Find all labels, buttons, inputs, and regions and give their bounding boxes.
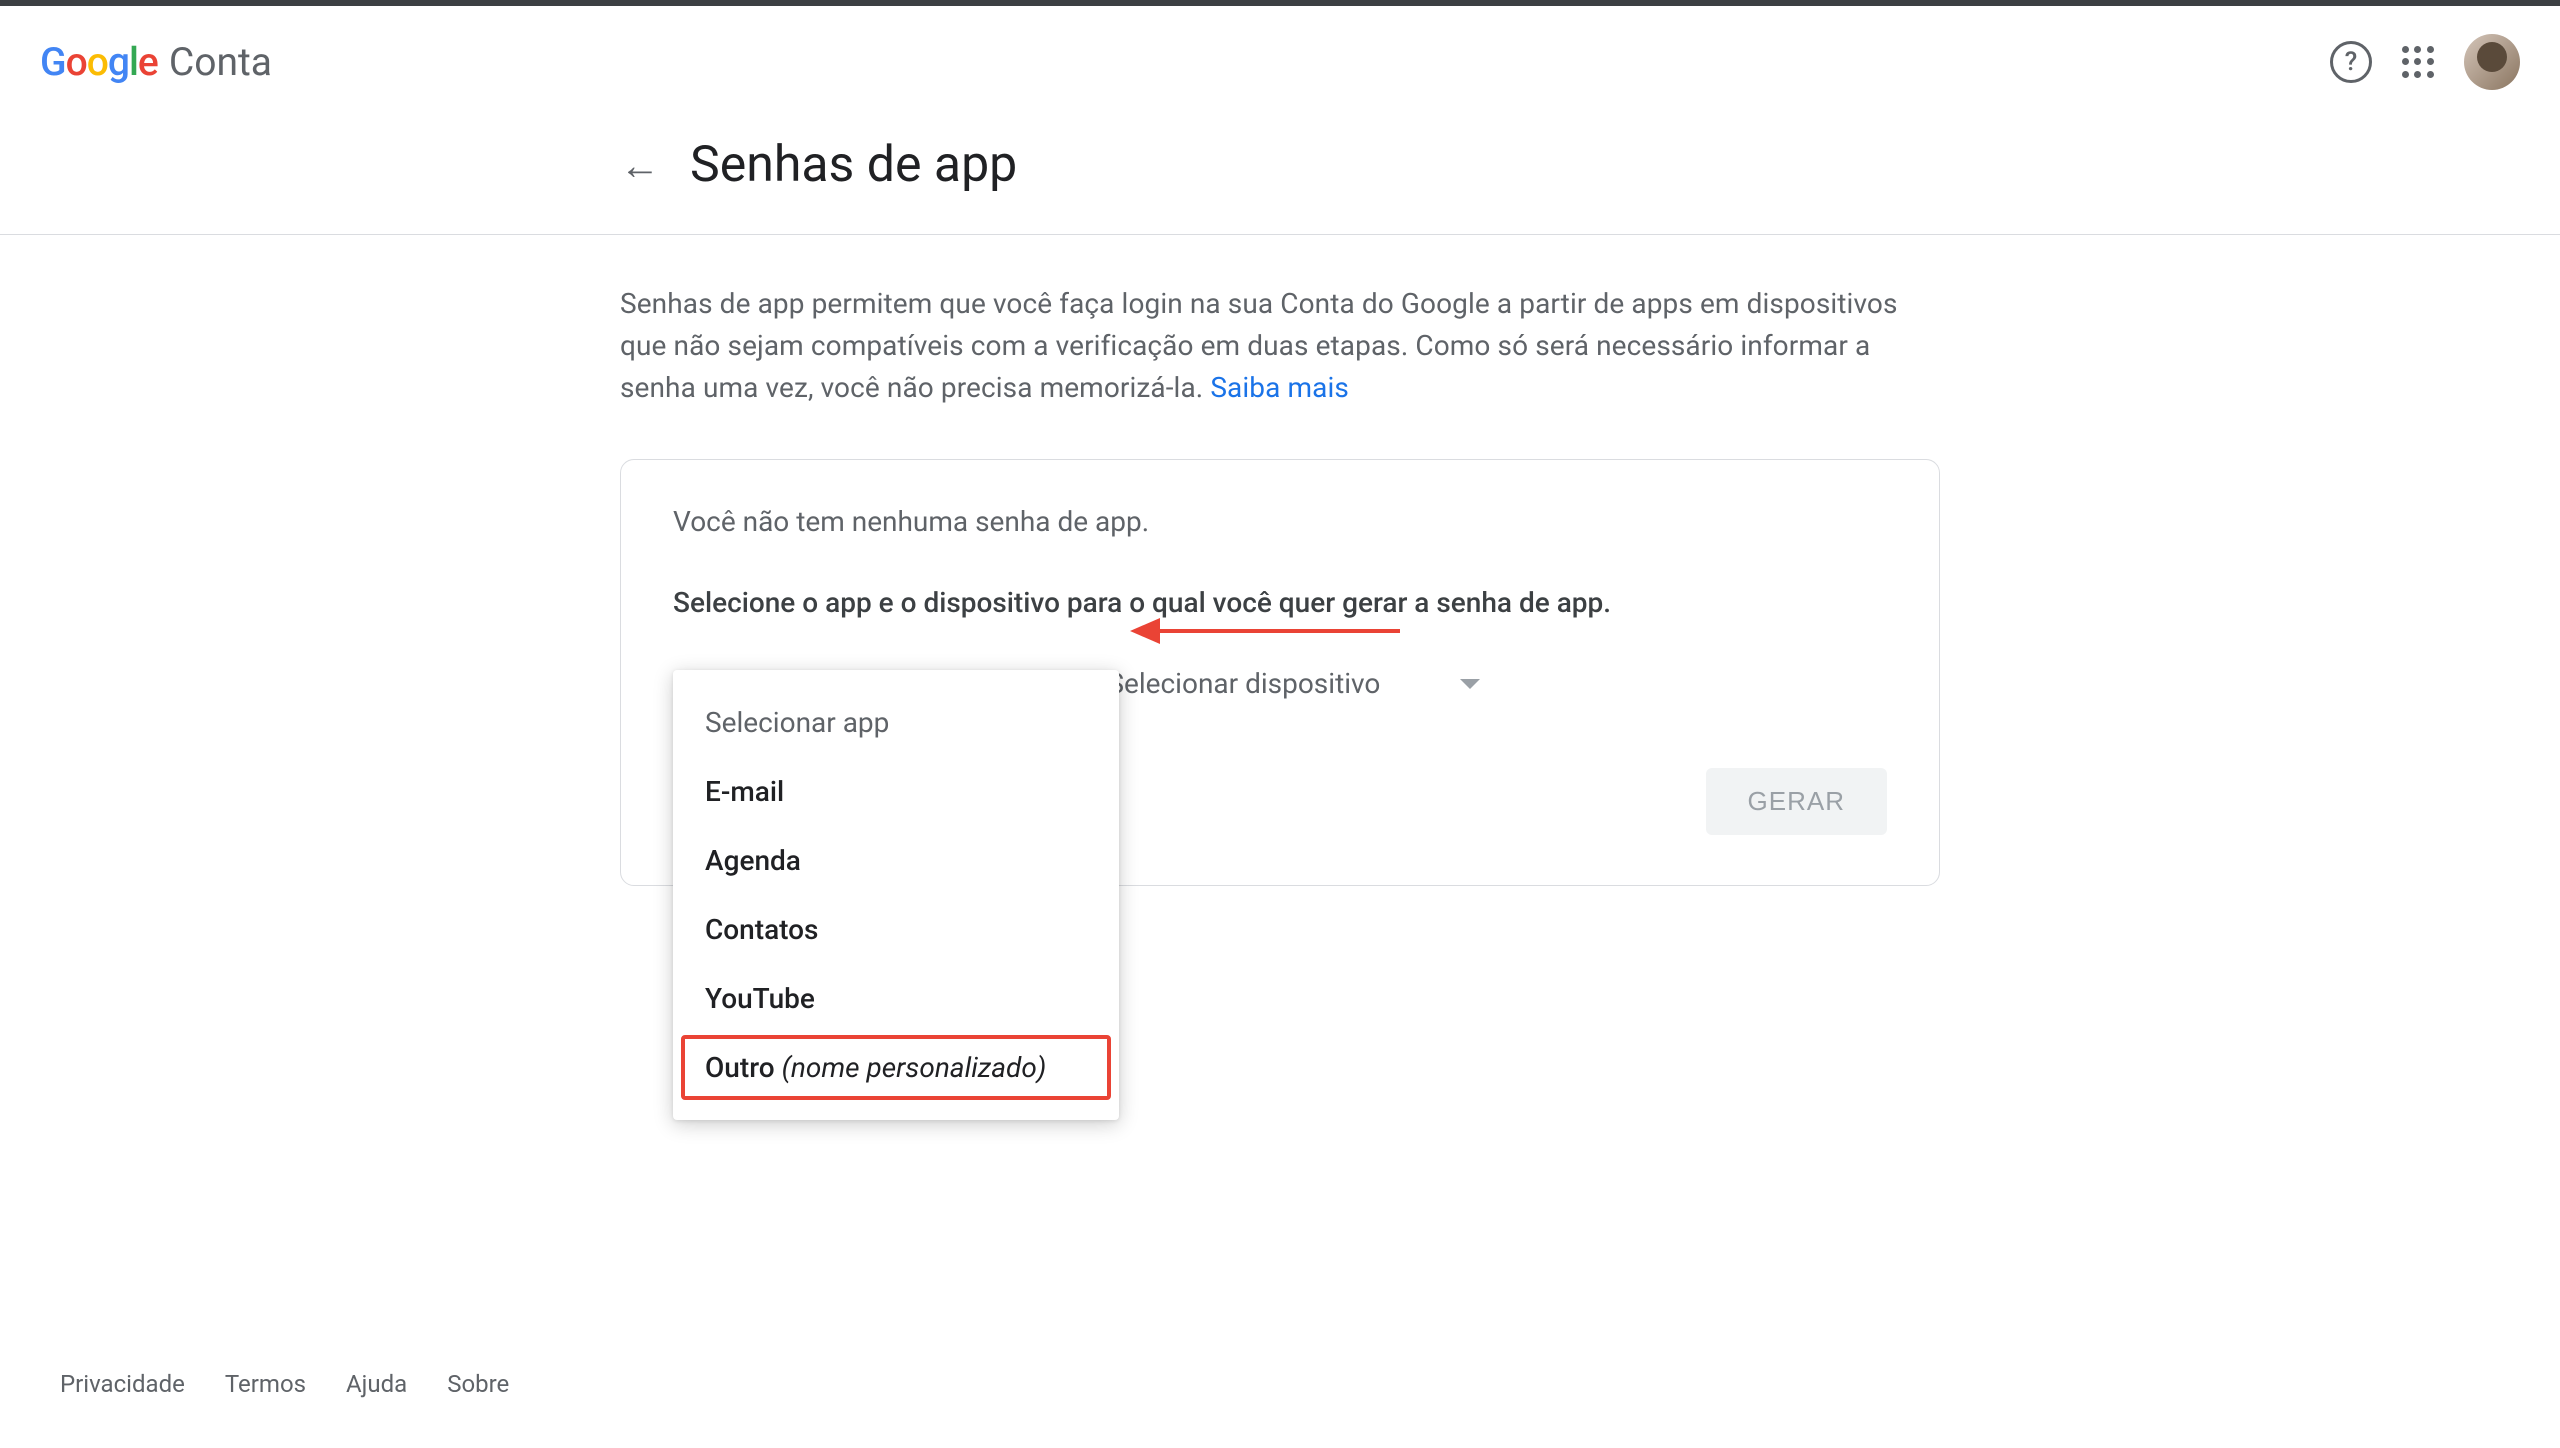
chevron-down-icon [1460, 679, 1480, 689]
arrow-head-icon [1130, 618, 1160, 644]
other-hint: (nome personalizado) [782, 1051, 1047, 1084]
dropdown-header: Selecionar app [673, 688, 1119, 757]
footer-terms-link[interactable]: Termos [225, 1370, 306, 1398]
select-instruction: Selecione o app e o dispositivo para o q… [673, 586, 1887, 619]
no-passwords-text: Você não tem nenhuma senha de app. [673, 505, 1887, 538]
dropdown-option-email[interactable]: E-mail [673, 757, 1119, 826]
footer-privacy-link[interactable]: Privacidade [60, 1370, 185, 1398]
dropdown-option-youtube[interactable]: YouTube [673, 964, 1119, 1033]
page-title: Senhas de app [690, 136, 1017, 194]
page-description: Senhas de app permitem que você faça log… [620, 283, 1940, 409]
dropdown-option-contacts[interactable]: Contatos [673, 895, 1119, 964]
header-actions: ? [2330, 34, 2520, 90]
arrow-annotation [1130, 618, 1400, 644]
avatar[interactable] [2464, 34, 2520, 90]
generate-button[interactable]: GERAR [1706, 768, 1887, 835]
arrow-line [1160, 629, 1400, 633]
help-icon[interactable]: ? [2330, 41, 2372, 83]
main-content: Senhas de app permitem que você faça log… [620, 235, 1940, 886]
app-passwords-card: Você não tem nenhuma senha de app. Selec… [620, 459, 1940, 886]
page-title-section: ← Senhas de app [620, 118, 1940, 234]
select-device-label: Selecionar dispositivo [1107, 667, 1380, 700]
google-logo: Google [40, 39, 158, 85]
dropdown-option-other[interactable]: Outro (nome personalizado) [673, 1033, 1119, 1102]
dropdown-option-calendar[interactable]: Agenda [673, 826, 1119, 895]
footer-about-link[interactable]: Sobre [447, 1370, 509, 1398]
account-label: Conta [169, 39, 272, 85]
app-dropdown-menu: Selecionar app E-mail Agenda Contatos Yo… [673, 670, 1119, 1120]
select-device-dropdown[interactable]: Selecionar dispositivo [1107, 667, 1480, 700]
back-arrow-icon[interactable]: ← [620, 142, 660, 189]
other-label: Outro [705, 1051, 782, 1084]
apps-menu-icon[interactable] [2402, 46, 2434, 78]
header: Google Conta ? [0, 6, 2560, 118]
footer: Privacidade Termos Ajuda Sobre [60, 1370, 509, 1398]
footer-help-link[interactable]: Ajuda [346, 1370, 407, 1398]
logo-section[interactable]: Google Conta [40, 39, 272, 85]
learn-more-link[interactable]: Saiba mais [1210, 371, 1349, 404]
